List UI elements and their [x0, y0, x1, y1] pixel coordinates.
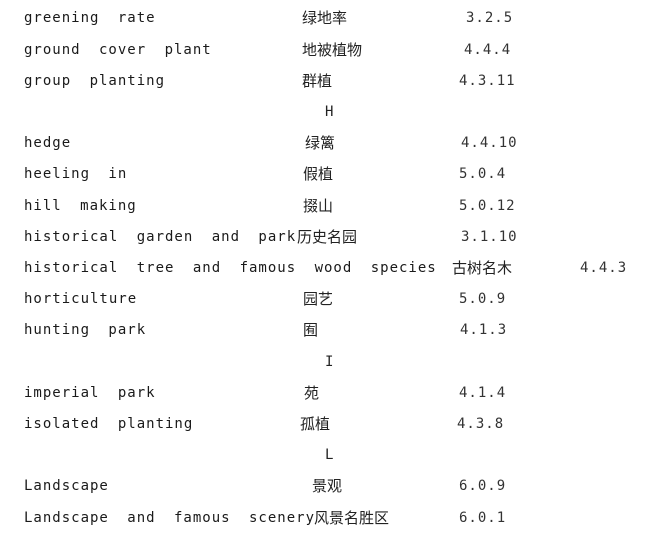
term-chinese: 群植 [302, 72, 333, 90]
term-english: greening rate [24, 10, 156, 26]
section-number: 4.4.10 [461, 135, 518, 151]
term-english: hill making [24, 198, 137, 214]
section-number: 5.0.4 [459, 166, 507, 182]
section-heading-row: I [0, 347, 666, 378]
term-chinese: 假植 [303, 165, 334, 183]
glossary-entry: heeling in 假植 5.0.4 [0, 159, 666, 190]
glossary-entry: ground cover plant 地被植物 4.4.4 [0, 35, 666, 66]
section-number: 3.2.5 [466, 10, 514, 26]
glossary-entry: group planting 群植 4.3.11 [0, 66, 666, 97]
section-number: 5.0.9 [459, 291, 507, 307]
glossary-entry: hunting park 囿 4.1.3 [0, 315, 666, 346]
term-english: historical garden and park [24, 229, 297, 245]
term-chinese: 苑 [304, 384, 320, 402]
term-chinese: 地被植物 [302, 41, 363, 59]
term-english: isolated planting [24, 416, 194, 432]
glossary-entry: horticulture 园艺 5.0.9 [0, 284, 666, 315]
section-number: 3.1.10 [461, 229, 518, 245]
term-chinese: 景观 [312, 477, 343, 495]
section-number: 6.0.9 [459, 478, 507, 494]
section-letter-heading: H [325, 104, 334, 120]
section-heading-row: H [0, 97, 666, 128]
term-chinese: 绿地率 [302, 9, 348, 27]
term-chinese: 古树名木 [452, 259, 513, 277]
term-chinese: 历史名园 [297, 228, 358, 246]
term-chinese: 绿篱 [305, 134, 336, 152]
term-chinese: 风景名胜区 [314, 509, 390, 527]
term-english: ground cover plant [24, 42, 212, 58]
glossary-entry: greening rate 绿地率 3.2.5 [0, 3, 666, 34]
glossary-entry: isolated planting 孤植 4.3.8 [0, 409, 666, 440]
section-letter-heading: L [325, 447, 334, 463]
term-english: Landscape [24, 478, 109, 494]
glossary-entry: historical garden and park 历史名园 3.1.10 [0, 222, 666, 253]
term-english: imperial park [24, 385, 156, 401]
term-chinese: 囿 [303, 321, 319, 339]
section-letter-heading: I [325, 354, 334, 370]
term-chinese: 掇山 [303, 197, 334, 215]
glossary-entry: Landscape and famous scenery 风景名胜区 6.0.1 [0, 503, 666, 534]
section-number: 4.3.11 [459, 73, 516, 89]
term-english: hunting park [24, 322, 147, 338]
glossary-entry: historical tree and famous wood species … [0, 253, 666, 284]
glossary-entry: hedge 绿篱 4.4.10 [0, 128, 666, 159]
term-chinese: 园艺 [303, 290, 334, 308]
section-number: 4.4.3 [580, 260, 628, 276]
section-number: 4.1.4 [459, 385, 507, 401]
section-number: 4.1.3 [460, 322, 508, 338]
section-number: 4.3.8 [457, 416, 505, 432]
glossary-entry: hill making 掇山 5.0.12 [0, 191, 666, 222]
term-english: Landscape and famous scenery [24, 510, 316, 526]
term-english: hedge [24, 135, 72, 151]
section-number: 5.0.12 [459, 198, 516, 214]
glossary-page: greening rate 绿地率 3.2.5 ground cover pla… [0, 0, 666, 536]
term-english: historical tree and famous wood species [24, 260, 437, 276]
term-english: group planting [24, 73, 166, 89]
section-number: 6.0.1 [459, 510, 507, 526]
glossary-entry: Landscape 景观 6.0.9 [0, 471, 666, 502]
term-english: heeling in [24, 166, 128, 182]
glossary-entry: imperial park 苑 4.1.4 [0, 378, 666, 409]
term-english: horticulture [24, 291, 138, 307]
term-chinese: 孤植 [300, 415, 331, 433]
section-number: 4.4.4 [464, 42, 512, 58]
section-heading-row: L [0, 440, 666, 471]
